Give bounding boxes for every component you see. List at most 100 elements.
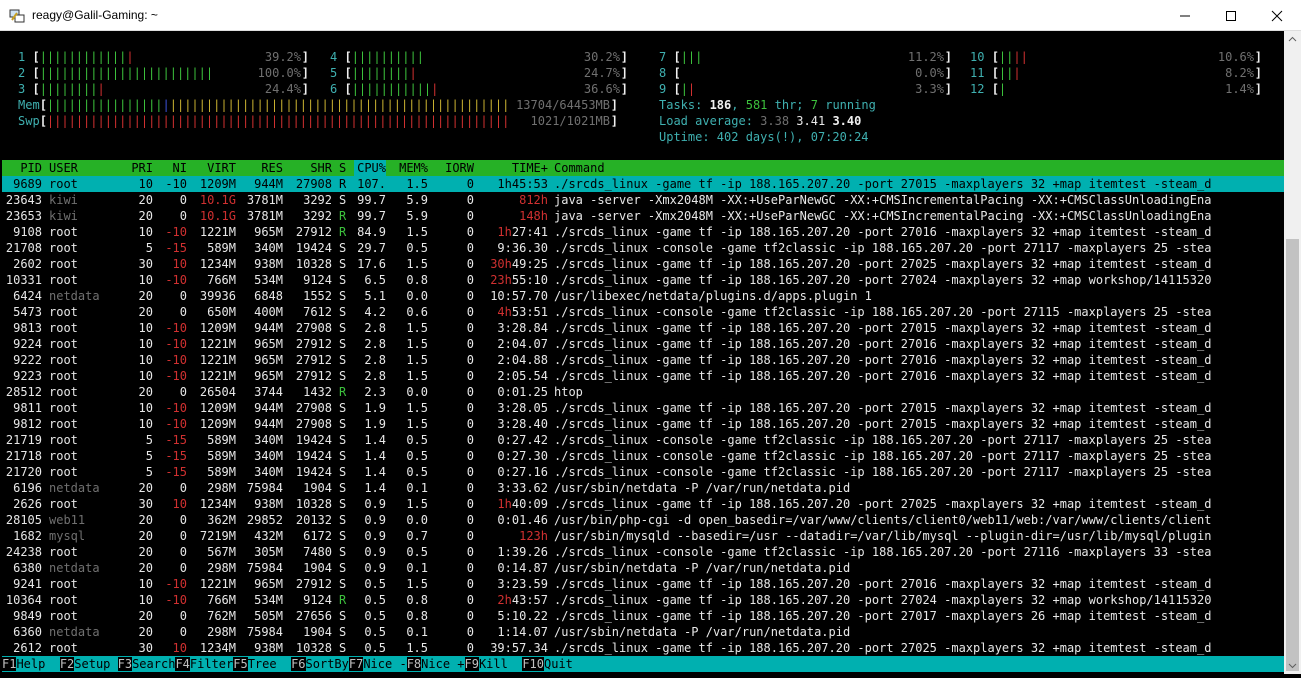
fkey-label-help[interactable]: Help <box>16 657 60 671</box>
table-row[interactable]: 21718 root 5 -15 589M 340M 19424 S 1.4 0.5 0 0:27.3… <box>2 448 1284 464</box>
table-row[interactable]: 9108 root 10 -10 1221M 965M 27912 R 84.9 1.5 0 1h27… <box>2 224 1284 240</box>
column-header-pid[interactable]: PID <box>2 160 42 176</box>
fkey-label-quit[interactable]: Quit <box>544 657 588 671</box>
fkey-f10[interactable]: F10 <box>522 657 544 671</box>
table-row[interactable]: 2602 root 30 10 1234M 938M 10328 S 17.6 1.5 0 30h49… <box>2 256 1284 272</box>
cell-pri: 20 <box>138 625 153 639</box>
table-row[interactable]: 2626 root 30 10 1234M 938M 10328 S 0.9 1.5 0 1h40:0… <box>2 496 1284 512</box>
table-row[interactable]: 28105 web11 20 0 362M 29852 20132 S 0.9 0.0 0 0:01.… <box>2 512 1284 528</box>
table-row[interactable]: 21719 root 5 -15 589M 340M 19424 S 1.4 0.5 0 0:27.4… <box>2 432 1284 448</box>
table-row[interactable]: 1682 mysql 20 0 7219M 432M 6172 S 0.9 0.7 0 123h/us… <box>2 528 1284 544</box>
table-row[interactable]: 9812 root 10 -10 1209M 944M 27908 S 1.9 1.5 0 3:28.… <box>2 416 1284 432</box>
table-row[interactable]: 23643 kiwi 20 0 10.1G 3781M 3292 S 99.7 5.9 0 812h j… <box>2 192 1284 208</box>
fkey-label-sortby[interactable]: SortBy <box>305 657 349 671</box>
table-row[interactable]: 9813 root 10 -10 1209M 944M 27908 S 2.8 1.5 0 3:28.… <box>2 320 1284 336</box>
terminal[interactable]: 1 [||||||||||||| 39.2%] 2 [|||||||||||||||… <box>2 31 1284 672</box>
column-header[interactable]: PID USER PRI NI VIRT RES SHR S CPU% MEM% IORW TIME+… <box>2 160 1284 176</box>
scroll-up-button[interactable] <box>1284 31 1301 48</box>
column-header-ni[interactable]: NI <box>160 160 187 176</box>
fkey-label-filter[interactable]: Filter <box>189 657 234 671</box>
cell-time-hours: 4h <box>497 305 512 319</box>
table-row[interactable]: 9222 root 10 -10 1221M 965M 27912 S 2.8 1.5 0 2:04.… <box>2 352 1284 368</box>
cell-shr: 27912 <box>295 577 332 591</box>
cell-res: 938M <box>254 641 283 655</box>
fkey-label-kill[interactable]: Kill <box>478 657 523 671</box>
table-row[interactable]: 9241 root 10 -10 1221M 965M 27912 S 0.5 1.5 0 3:23.… <box>2 576 1284 592</box>
table-row[interactable]: 23653 kiwi 20 0 10.1G 3781M 3292 R 99.7 5.9 0 148h j… <box>2 208 1284 224</box>
column-header-time[interactable]: TIME+ <box>478 160 548 176</box>
fkey-f6[interactable]: F6 <box>291 657 306 671</box>
column-header-command[interactable]: Command <box>554 160 1284 176</box>
cell-time-rest: 53:51 <box>511 305 548 319</box>
fkey-f7[interactable]: F7 <box>348 657 364 671</box>
column-header-state[interactable]: S <box>339 160 347 176</box>
fkey-f3[interactable]: F3 <box>117 657 133 671</box>
fkey-f8[interactable]: F8 <box>406 657 422 671</box>
fkey-f4[interactable]: F4 <box>175 657 190 671</box>
cpu-percent: 100.0% <box>257 66 301 80</box>
fkey-label-nice[interactable]: Nice - <box>363 657 407 671</box>
table-row[interactable]: 24238 root 20 0 567M 305M 7480 S 0.9 0.5 0 1:39.26.… <box>2 544 1284 560</box>
fkey-f1[interactable]: F1 <box>2 657 17 671</box>
table-row[interactable]: 10364 root 10 -10 766M 534M 9124 R 0.5 0.8 0 2h43:5… <box>2 592 1284 608</box>
cell-time-rest: 0:01.46 <box>497 513 548 527</box>
cell-pri: 20 <box>138 513 153 527</box>
scroll-thumb[interactable] <box>1286 239 1299 671</box>
close-button[interactable] <box>1254 0 1300 31</box>
column-header-cpu[interactable]: CPU% <box>354 160 386 176</box>
table-row[interactable]: 9223 root 10 -10 1221M 965M 27912 S 2.8 1.5 0 2:05.… <box>2 368 1284 384</box>
table-row[interactable]: 21708 root 5 -15 589M 340M 19424 S 29.7 0.5 0 9:36.… <box>2 240 1284 256</box>
maximize-button[interactable] <box>1208 0 1254 31</box>
cell-time: 1h45:53 <box>478 176 548 192</box>
table-row[interactable]: 9849 root 20 0 762M 505M 27656 S 0.5 0.8 0 5:10.22.… <box>2 608 1284 624</box>
cpu-percent: 1.4% <box>1225 82 1254 96</box>
fkey-f2[interactable]: F2 <box>59 657 75 671</box>
table-row[interactable]: 2612 root 30 10 1234M 938M 10328 S 0.5 1.5 0 39:57.… <box>2 640 1284 656</box>
cell-time-hours: 812h <box>519 193 548 207</box>
table-row[interactable]: 6424 netdata 20 0 39936 6848 1552 S 5.1 0.0 0 10:57… <box>2 288 1284 304</box>
table-row[interactable]: 9224 root 10 -10 1221M 965M 27912 S 2.8 1.5 0 2:04.… <box>2 336 1284 352</box>
cell-user: kiwi <box>49 193 78 207</box>
cell-shr: 1904 <box>303 481 332 495</box>
column-header-shr[interactable]: SHR <box>287 160 332 176</box>
column-header-mem[interactable]: MEM% <box>394 160 428 176</box>
cell-res: 505M <box>254 609 283 623</box>
bracket: ] <box>620 66 628 80</box>
cell-iorw: 0 <box>466 497 474 511</box>
column-header-user[interactable]: USER <box>49 160 109 176</box>
table-row-selected[interactable]: 9689 root 10 -10 1209M 944M 27908 R 107. 1.5 0 1h45… <box>2 176 1284 192</box>
cell-virt: 589M <box>207 241 236 255</box>
cell-mem: 1.5 <box>406 353 428 367</box>
fkey-label-nice[interactable]: Nice + <box>421 657 465 671</box>
table-row[interactable]: 28512 root 20 0 26504 3744 1432 R 2.3 0.0 0 0:01.25… <box>2 384 1284 400</box>
scroll-down-button[interactable] <box>1284 657 1301 674</box>
cell-iorw: 0 <box>466 513 474 527</box>
cpu-meter-12: 12 [| 1.4%] <box>970 81 1262 97</box>
cell-virt: 1234M <box>199 257 236 271</box>
table-row[interactable]: 10331 root 10 -10 766M 534M 9124 S 6.5 0.8 0 23h55:… <box>2 272 1284 288</box>
cell-pid: 10364 <box>5 593 42 607</box>
cell-res: 3781M <box>246 209 283 223</box>
column-header-iorw[interactable]: IORW <box>442 160 474 176</box>
table-row[interactable]: 6380 netdata 20 0 298M 75984 1904 S 0.9 0.1 0 0:14.… <box>2 560 1284 576</box>
cell-virt: 26504 <box>199 385 236 399</box>
cpu-meter-3: 3 [||||||||| 24.4%] <box>18 81 309 97</box>
fkey-f5[interactable]: F5 <box>233 657 248 671</box>
cell-command: ./srcds_linux -game tf -ip 188.165.207.2… <box>554 401 1212 415</box>
table-row[interactable]: 6360 netdata 20 0 298M 75984 1904 S 0.5 0.1 0 1:14.… <box>2 624 1284 640</box>
vertical-scrollbar[interactable] <box>1284 31 1301 674</box>
column-header-pri[interactable]: PRI <box>128 160 153 176</box>
table-row[interactable]: 5473 root 20 0 650M 400M 7612 S 4.2 0.6 0 4h53:51 ./… <box>2 304 1284 320</box>
fkey-f9[interactable]: F9 <box>464 657 479 671</box>
fkey-label-search[interactable]: Search <box>132 657 176 671</box>
table-row[interactable]: 6196 netdata 20 0 298M 75984 1904 S 1.4 0.1 0 3:33.… <box>2 480 1284 496</box>
title-bar[interactable]: reagy@Galil-Gaming: ~ <box>0 0 1301 31</box>
table-row[interactable]: 9811 root 10 -10 1209M 944M 27908 S 1.9 1.5 0 3:28.… <box>2 400 1284 416</box>
close-icon <box>1271 10 1283 22</box>
fkey-label-tree[interactable]: Tree <box>247 657 292 671</box>
column-header-res[interactable]: RES <box>245 160 283 176</box>
minimize-button[interactable] <box>1162 0 1208 31</box>
table-row[interactable]: 21720 root 5 -15 589M 340M 19424 S 1.4 0.5 0 0:27.1… <box>2 464 1284 480</box>
column-header-virt[interactable]: VIRT <box>194 160 236 176</box>
fkey-label-setup[interactable]: Setup <box>74 657 118 671</box>
